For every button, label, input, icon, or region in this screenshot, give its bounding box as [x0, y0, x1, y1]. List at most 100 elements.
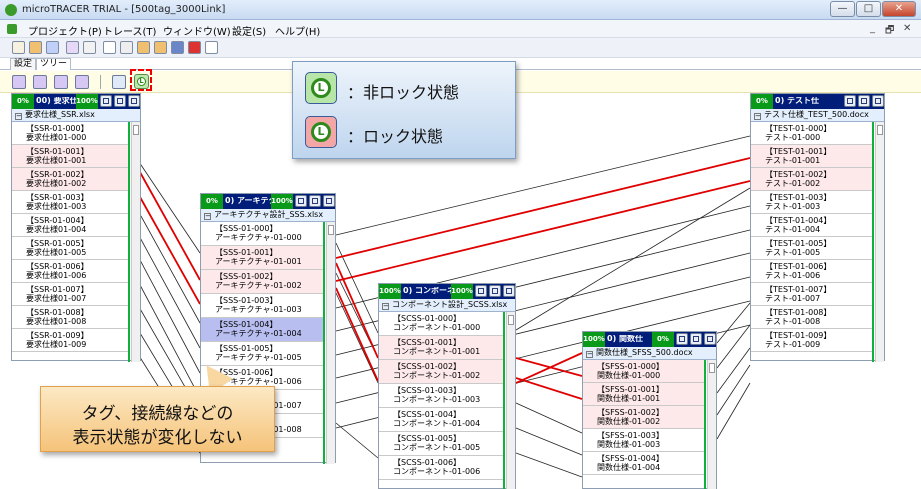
pdf-icon[interactable]: [188, 41, 201, 54]
panel-sfss[interactable]: 100% 0) 関数仕 0% − 関数仕様_SFSS_500.docx 【SFSS-…: [582, 331, 717, 489]
tag-row[interactable]: 【SCSS-01-002】 コンポーネント-01-002: [379, 360, 503, 384]
maximize-button[interactable]: □: [856, 1, 881, 17]
panel-scss[interactable]: 100% 0) コンポーネント設計100% −コンポーネント設計_SCSS.xl…: [378, 283, 516, 489]
expand-icon[interactable]: [844, 95, 856, 107]
minimize-button[interactable]: —: [830, 1, 855, 17]
tree-collapse-icon[interactable]: [33, 75, 47, 89]
collapse-tree-icon[interactable]: −: [204, 213, 211, 220]
tag-row[interactable]: 【SSR-01-000】 要求仕様01-000: [12, 122, 128, 145]
collapse-tree-icon[interactable]: −: [754, 113, 761, 120]
link-icon[interactable]: [503, 285, 515, 297]
scroll-thumb[interactable]: [709, 363, 715, 373]
vertical-scrollbar[interactable]: [875, 122, 884, 362]
expand-icon[interactable]: [676, 333, 688, 345]
panel-ssr[interactable]: 0% 00) 要求仕 100% − 要求仕様_SSR.xlsx 【SSR-01-00…: [11, 93, 141, 362]
search-icon[interactable]: [83, 41, 96, 54]
copy-icon[interactable]: [120, 41, 133, 54]
tag-row[interactable]: 【SSR-01-003】 要求仕様01-003: [12, 191, 128, 214]
collapse-tree-icon[interactable]: −: [382, 303, 389, 310]
tag-row[interactable]: 【SFSS-01-002】 関数仕様-01-002: [583, 406, 704, 429]
collapse-icon[interactable]: [309, 195, 321, 207]
tag-row[interactable]: 【SSR-01-006】 要求仕様01-006: [12, 260, 128, 283]
menu-trace[interactable]: トレース(T): [103, 23, 156, 38]
tag-row[interactable]: 【TEST-01-006】 テスト-01-006: [751, 260, 872, 283]
tag-row[interactable]: 【SCSS-01-001】 コンポーネント-01-001: [379, 336, 503, 360]
tab-tree[interactable]: ツリー: [36, 58, 72, 70]
menu-help[interactable]: ヘルプ(H): [275, 23, 320, 38]
document-icon[interactable]: [7, 24, 17, 34]
panel-test[interactable]: 0% 0) テスト仕 − テスト仕様_TEST_500.docx 【TEST-01…: [750, 93, 885, 362]
tag-row[interactable]: 【TEST-01-001】 テスト-01-001: [751, 145, 872, 168]
tag-row[interactable]: 【SFSS-01-000】 関数仕様-01-000: [583, 360, 704, 383]
menu-settings[interactable]: 設定(S): [232, 23, 266, 38]
link-icon[interactable]: [112, 75, 126, 89]
save-icon[interactable]: [46, 41, 59, 54]
tag-row[interactable]: 【SSS-01-000】 アーキテクチャ-01-000: [201, 222, 323, 246]
report-icon[interactable]: [205, 41, 218, 54]
tag-row[interactable]: 【TEST-01-005】 テスト-01-005: [751, 237, 872, 260]
scroll-thumb[interactable]: [508, 315, 514, 325]
tag-row[interactable]: 【TEST-01-009】 テスト-01-009: [751, 329, 872, 352]
vertical-scrollbar[interactable]: [707, 360, 716, 489]
tree-filter-icon[interactable]: [75, 75, 89, 89]
panel-file[interactable]: − 関数仕様_SFSS_500.docx: [583, 347, 716, 360]
new-icon[interactable]: [12, 41, 25, 54]
check-icon[interactable]: [66, 41, 79, 54]
panel-file[interactable]: − コンポーネント設計_SCSS.xlsx: [379, 299, 515, 312]
tag-row[interactable]: 【TEST-01-000】 テスト-01-000: [751, 122, 872, 145]
collapse-icon[interactable]: [858, 95, 870, 107]
tag-row[interactable]: 【SSR-01-007】 要求仕様01-007: [12, 283, 128, 306]
panel-header[interactable]: 0% 00) 要求仕 100%: [12, 94, 140, 109]
folder-open-icon[interactable]: [154, 41, 167, 54]
collapse-icon[interactable]: [690, 333, 702, 345]
tree-expand-icon[interactable]: [12, 75, 26, 89]
menu-project[interactable]: プロジェクト(P): [28, 23, 102, 38]
panel-header[interactable]: 0% 0) アーキテクチャ設計100%: [201, 194, 335, 209]
tag-row[interactable]: 【SCSS-01-003】 コンポーネント-01-003: [379, 384, 503, 408]
scroll-thumb[interactable]: [133, 125, 139, 135]
tag-row[interactable]: 【TEST-01-008】 テスト-01-008: [751, 306, 872, 329]
panel-header[interactable]: 100% 0) コンポーネント設計100%: [379, 284, 515, 299]
mdi-close-button[interactable]: ✕: [903, 23, 911, 34]
panel-header[interactable]: 0% 0) テスト仕: [751, 94, 884, 109]
tag-row[interactable]: 【SSR-01-001】 要求仕様01-001: [12, 145, 128, 168]
vertical-scrollbar[interactable]: [131, 122, 140, 362]
close-button[interactable]: ✕: [882, 1, 916, 17]
folder-icon[interactable]: [137, 41, 150, 54]
vertical-scrollbar[interactable]: [326, 222, 335, 464]
tag-row[interactable]: 【SSR-01-004】 要求仕様01-004: [12, 214, 128, 237]
tag-row[interactable]: 【SCSS-01-005】 コンポーネント-01-005: [379, 432, 503, 456]
open-icon[interactable]: [29, 41, 42, 54]
tag-row[interactable]: 【SSS-01-001】 アーキテクチャ-01-001: [201, 246, 323, 270]
panel-file[interactable]: − テスト仕様_TEST_500.docx: [751, 109, 884, 122]
link-icon[interactable]: [872, 95, 884, 107]
tree-layout-icon[interactable]: [54, 75, 68, 89]
tag-row[interactable]: 【SSR-01-002】 要求仕様01-002: [12, 168, 128, 191]
link-icon[interactable]: [323, 195, 335, 207]
link-icon[interactable]: [704, 333, 716, 345]
tag-row[interactable]: 【SSS-01-002】 アーキテクチャ-01-002: [201, 270, 323, 294]
panel-file[interactable]: − 要求仕様_SSR.xlsx: [12, 109, 140, 122]
tag-row[interactable]: 【SSR-01-009】 要求仕様01-009: [12, 329, 128, 352]
tag-row[interactable]: 【SFSS-01-004】 関数仕様-01-004: [583, 452, 704, 475]
tag-row[interactable]: 【TEST-01-004】 テスト-01-004: [751, 214, 872, 237]
disk-icon[interactable]: [171, 41, 184, 54]
tag-row[interactable]: 【SCSS-01-004】 コンポーネント-01-004: [379, 408, 503, 432]
vertical-scrollbar[interactable]: [506, 312, 515, 489]
panel-file[interactable]: − アーキテクチャ設計_SSS.xlsx: [201, 209, 335, 222]
link-icon[interactable]: [128, 95, 140, 107]
tag-row[interactable]: 【SFSS-01-003】 関数仕様-01-003: [583, 429, 704, 452]
panel-header[interactable]: 100% 0) 関数仕 0%: [583, 332, 716, 347]
tag-row[interactable]: 【SSS-01-003】 アーキテクチャ-01-003: [201, 294, 323, 318]
tag-row[interactable]: 【TEST-01-007】 テスト-01-007: [751, 283, 872, 306]
collapse-tree-icon[interactable]: −: [15, 113, 22, 120]
lock-toggle-button[interactable]: L: [134, 74, 149, 89]
expand-icon[interactable]: [100, 95, 112, 107]
scroll-thumb[interactable]: [328, 225, 334, 235]
tag-row[interactable]: 【SSS-01-004】 アーキテクチャ-01-004: [201, 318, 323, 342]
tag-row[interactable]: 【TEST-01-003】 テスト-01-003: [751, 191, 872, 214]
expand-icon[interactable]: [475, 285, 487, 297]
tag-row[interactable]: 【SCSS-01-006】 コンポーネント-01-006: [379, 456, 503, 480]
expand-icon[interactable]: [295, 195, 307, 207]
tag-row[interactable]: 【SSR-01-005】 要求仕様01-005: [12, 237, 128, 260]
